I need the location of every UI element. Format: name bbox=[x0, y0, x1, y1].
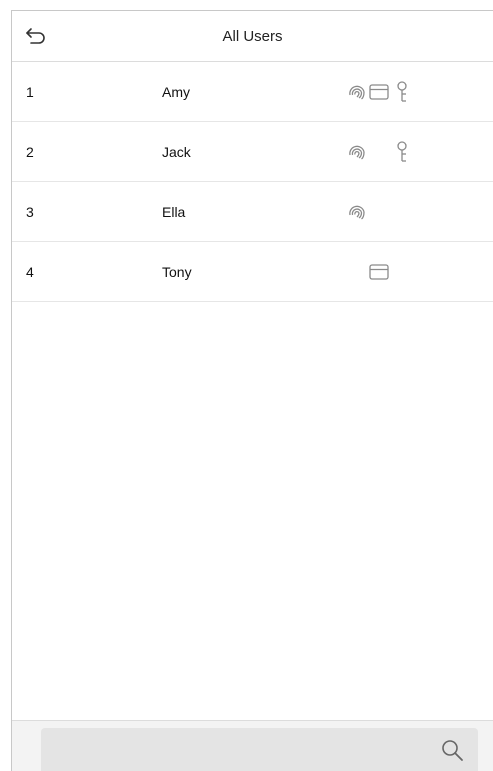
user-name: Tony bbox=[162, 263, 192, 280]
search-box bbox=[41, 728, 478, 771]
user-number: 4 bbox=[26, 263, 34, 280]
fingerprint-indicator bbox=[345, 200, 369, 224]
page-title: All Users bbox=[222, 27, 283, 45]
fingerprint-icon bbox=[349, 145, 365, 160]
user-row[interactable]: 4 Tony bbox=[12, 242, 493, 302]
search-bar bbox=[12, 720, 493, 771]
back-button[interactable] bbox=[20, 21, 52, 51]
fingerprint-indicator bbox=[345, 140, 369, 164]
fingerprint-icon bbox=[349, 85, 365, 100]
card-indicator bbox=[368, 261, 390, 283]
card-icon bbox=[369, 83, 389, 100]
user-number: 3 bbox=[26, 203, 34, 220]
fingerprint-indicator bbox=[345, 80, 369, 104]
user-name: Jack bbox=[162, 143, 191, 160]
app-window: All Users 1 Amy 2 Jack 3 Ella 4 Tony bbox=[11, 10, 493, 771]
key-icon bbox=[397, 80, 407, 102]
user-name: Amy bbox=[162, 83, 190, 100]
back-arrow-icon bbox=[26, 28, 45, 44]
search-input[interactable] bbox=[41, 728, 411, 771]
user-row[interactable]: 2 Jack bbox=[12, 122, 493, 182]
fingerprint-icon bbox=[349, 205, 365, 220]
search-icon bbox=[442, 740, 463, 761]
card-indicator bbox=[368, 81, 390, 103]
user-name: Ella bbox=[162, 203, 186, 220]
password-indicator bbox=[392, 80, 412, 104]
key-icon bbox=[397, 140, 407, 162]
card-icon bbox=[369, 263, 389, 280]
user-number: 1 bbox=[26, 83, 34, 100]
user-row[interactable]: 3 Ella bbox=[12, 182, 493, 242]
search-button[interactable] bbox=[438, 736, 466, 764]
user-list: 1 Amy 2 Jack 3 Ella 4 Tony bbox=[12, 62, 493, 302]
password-indicator bbox=[392, 140, 412, 164]
top-bar: All Users bbox=[12, 11, 493, 62]
user-row[interactable]: 1 Amy bbox=[12, 62, 493, 122]
user-number: 2 bbox=[26, 143, 34, 160]
